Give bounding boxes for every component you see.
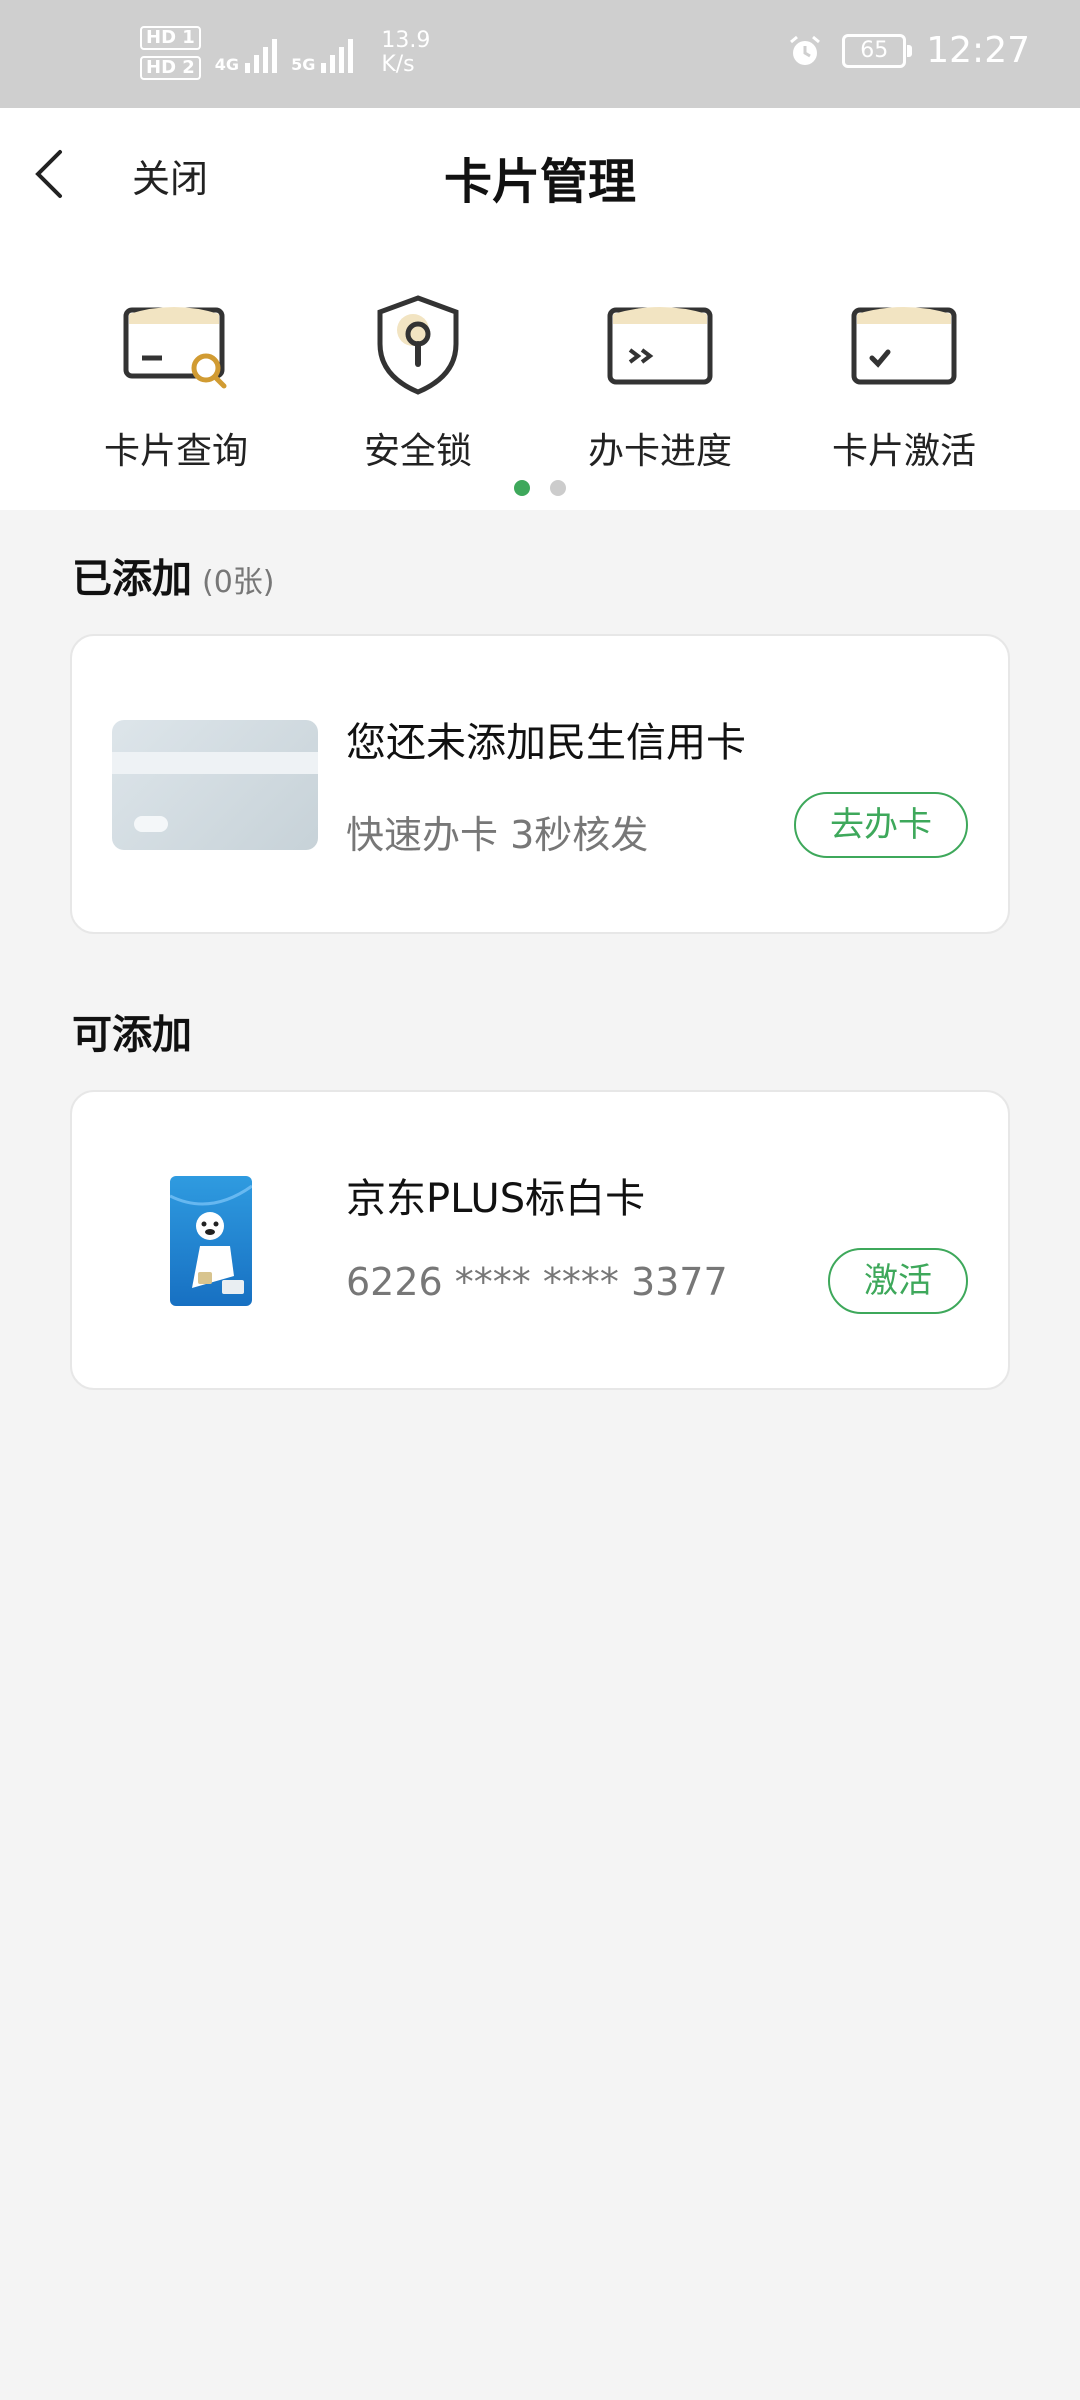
card-number: 6226 **** **** 3377	[346, 1260, 728, 1304]
application-progress-icon	[607, 307, 713, 385]
added-count: (0张)	[202, 565, 275, 600]
navigation-header: 关闭 卡片管理	[0, 108, 1080, 238]
quick-item-application-progress[interactable]: 办卡进度	[540, 292, 780, 474]
added-title-text: 已添加	[72, 556, 192, 602]
security-lock-icon	[377, 295, 459, 395]
network-type-2: 5G	[291, 55, 316, 74]
hd1-indicator: HD 1	[140, 26, 201, 50]
quick-item-card-activate[interactable]: 卡片激活	[784, 292, 1024, 474]
quick-item-label: 卡片激活	[831, 431, 976, 472]
page-indicator	[0, 480, 1080, 500]
credit-card-placeholder-icon	[112, 720, 318, 850]
empty-card-panel: 您还未添加民生信用卡 快速办卡 3秒核发 去办卡	[70, 634, 1010, 934]
quick-item-security-lock[interactable]: 安全锁	[298, 292, 538, 474]
status-bar: HD 1 HD 2 4G 5G 13.9 K/s 65 12:27	[0, 0, 1080, 108]
signal-4g-icon: 4G	[214, 33, 278, 74]
page-dot	[550, 480, 566, 496]
quick-item-card-search[interactable]: 卡片查询	[56, 292, 296, 474]
battery-icon: 65	[842, 33, 913, 68]
addable-section-title: 可添加	[72, 1012, 192, 1058]
quick-item-label: 办卡进度	[587, 431, 732, 472]
signal-5g-icon: 5G	[291, 33, 354, 74]
hd2-indicator: HD 2	[140, 56, 201, 80]
quick-menu: 卡片查询 安全锁 办卡进度 卡片激活	[0, 238, 1080, 510]
page-title: 卡片管理	[443, 154, 636, 210]
speed-value: 13.9	[381, 28, 431, 53]
card-search-icon	[123, 307, 227, 389]
alarm-icon	[790, 35, 821, 65]
network-speed: 13.9 K/s	[381, 29, 430, 77]
clock: 12:27	[926, 30, 1030, 71]
card-name: 京东PLUS标白卡	[346, 1176, 646, 1222]
card-activate-icon	[851, 307, 957, 385]
jd-card-image	[170, 1176, 252, 1306]
addable-card-item[interactable]: 京东PLUS标白卡 6226 **** **** 3377 激活	[70, 1090, 1010, 1390]
quick-item-label: 安全锁	[363, 431, 472, 472]
network-status: HD 1 HD 2 4G 5G 13.9 K/s	[140, 26, 430, 80]
added-section-title: 已添加 (0张)	[72, 546, 275, 604]
activate-button[interactable]: 激活	[828, 1248, 968, 1314]
quick-item-label: 卡片查询	[103, 431, 248, 472]
empty-card-title: 您还未添加民生信用卡	[346, 720, 746, 766]
page-dot-active	[514, 480, 530, 496]
empty-card-subtitle: 快速办卡 3秒核发	[346, 813, 649, 857]
network-type-1: 4G	[214, 55, 240, 74]
apply-card-button[interactable]: 去办卡	[794, 792, 968, 858]
speed-unit: K/s	[381, 52, 415, 77]
